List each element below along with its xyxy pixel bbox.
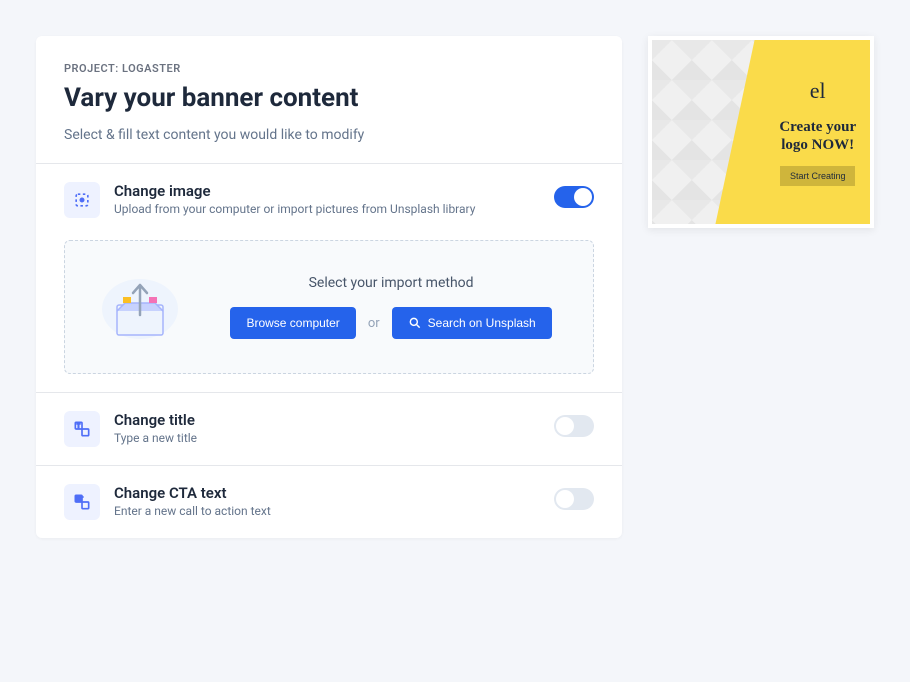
change-title-title: Change title	[114, 411, 540, 429]
panel-header: PROJECT: LOGASTER Vary your banner conte…	[36, 36, 622, 163]
change-image-toggle[interactable]	[554, 186, 594, 208]
search-icon	[408, 316, 422, 330]
banner-logo: el	[810, 78, 826, 104]
import-method-label: Select your import method	[209, 275, 573, 291]
change-cta-toggle[interactable]	[554, 488, 594, 510]
banner-headline: Create your logo NOW!	[773, 118, 862, 154]
page-title: Vary your banner content	[64, 83, 594, 113]
svg-text:T: T	[77, 423, 80, 429]
change-image-title: Change image	[114, 182, 540, 200]
banner-image-area	[652, 40, 765, 224]
change-cta-section: Change CTA text Enter a new call to acti…	[36, 465, 622, 538]
image-frame-icon	[64, 182, 100, 218]
change-title-toggle[interactable]	[554, 415, 594, 437]
change-image-desc: Upload from your computer or import pict…	[114, 202, 540, 216]
or-separator: or	[368, 316, 380, 331]
change-title-section: T Change title Type a new title	[36, 392, 622, 465]
project-label: PROJECT: LOGASTER	[64, 62, 594, 75]
import-method-box: Select your import method Browse compute…	[64, 240, 594, 374]
page-subtitle: Select & fill text content you would lik…	[64, 127, 594, 143]
text-edit-icon: T	[64, 411, 100, 447]
banner-cta-button[interactable]: Start Creating	[780, 166, 856, 186]
upload-illustration-icon	[95, 267, 185, 347]
change-cta-title: Change CTA text	[114, 484, 540, 502]
change-image-section: Change image Upload from your computer o…	[36, 163, 622, 392]
browse-computer-button[interactable]: Browse computer	[230, 307, 355, 339]
cta-edit-icon	[64, 484, 100, 520]
search-unsplash-button[interactable]: Search on Unsplash	[392, 307, 552, 339]
banner-preview: el Create your logo NOW! Start Creating	[648, 36, 874, 228]
content-editor-panel: PROJECT: LOGASTER Vary your banner conte…	[36, 36, 622, 538]
change-title-desc: Type a new title	[114, 431, 540, 445]
change-cta-desc: Enter a new call to action text	[114, 504, 540, 518]
